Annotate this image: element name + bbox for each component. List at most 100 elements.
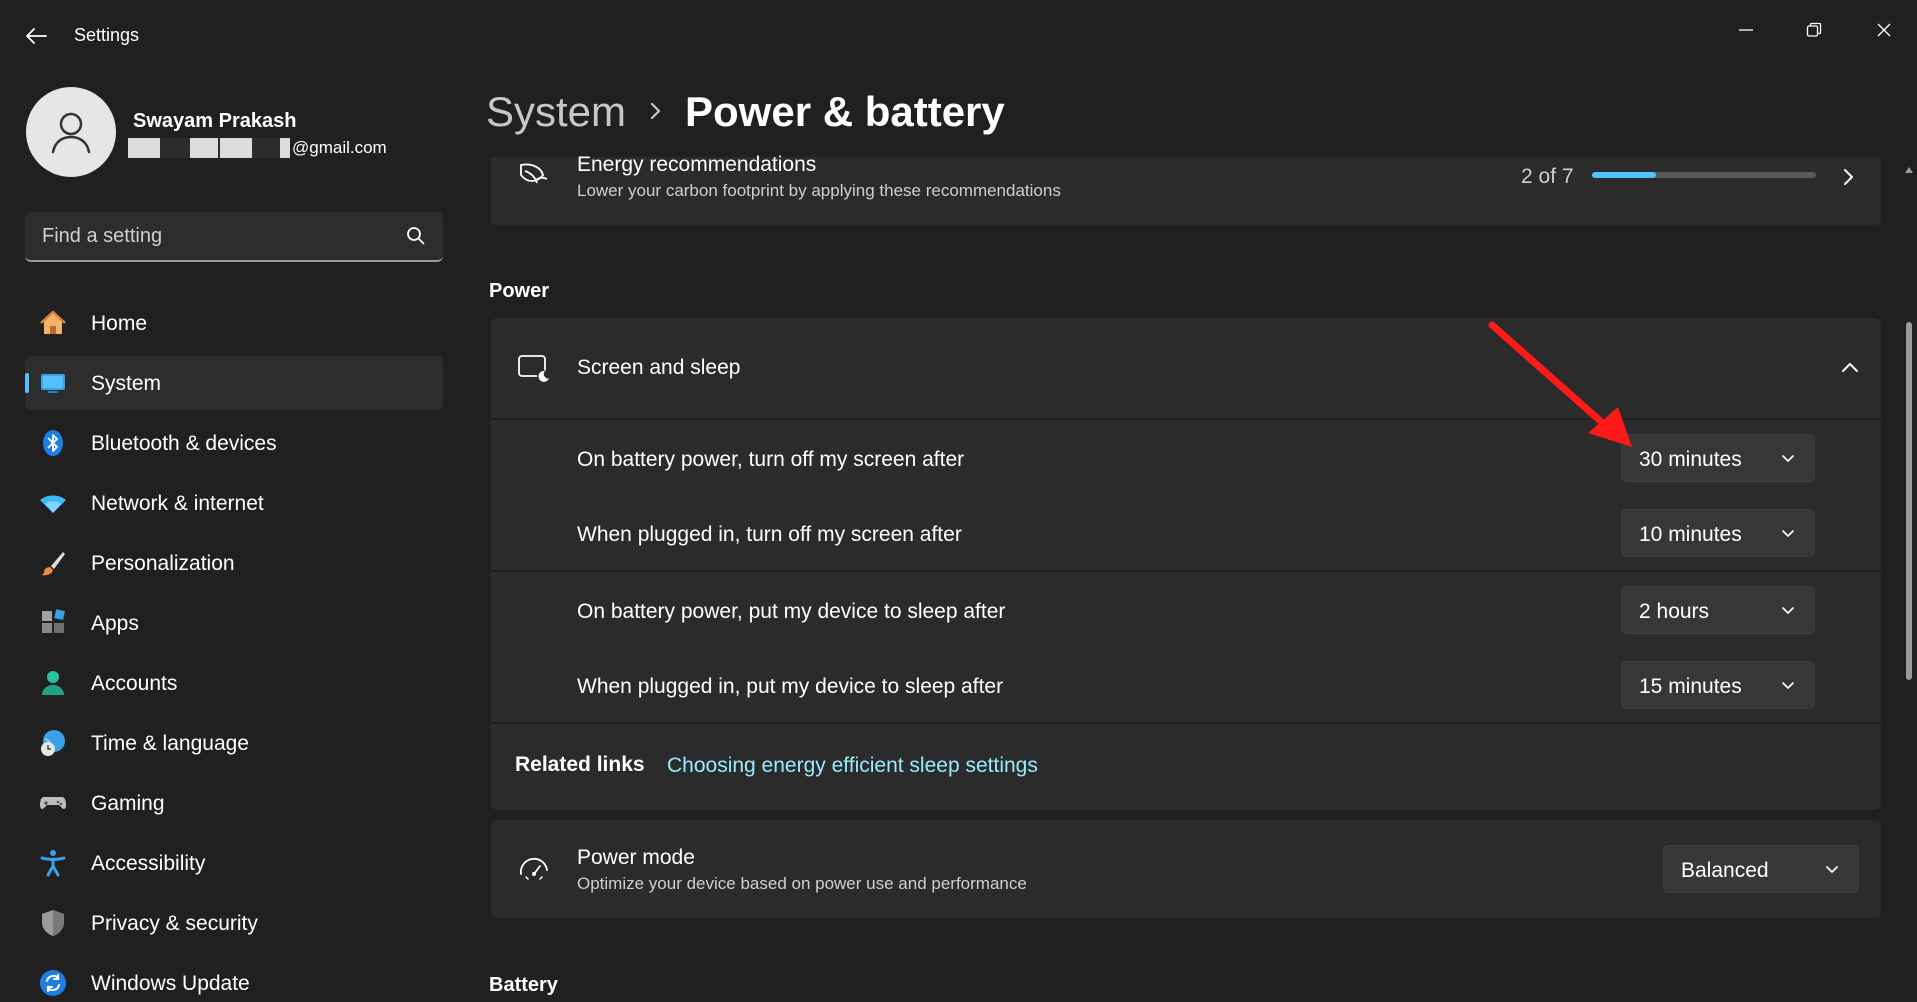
user-email-suffix: @gmail.com: [292, 138, 387, 157]
dropdown-value: 15 minutes: [1639, 675, 1742, 698]
energy-recommendations-card[interactable]: Energy recommendations Lower your carbon…: [491, 153, 1881, 225]
leaf-icon: [520, 163, 548, 184]
apps-icon: [42, 609, 65, 633]
sidebar-item-accessibility[interactable]: Accessibility: [25, 836, 443, 890]
accounts-icon: [42, 671, 64, 695]
sidebar-item-apps[interactable]: Apps: [25, 596, 443, 650]
redaction-block: [220, 138, 252, 158]
redaction-block: [280, 138, 290, 158]
breadcrumb-system[interactable]: System: [486, 88, 626, 136]
minimize-button[interactable]: [1722, 10, 1770, 50]
sidebar-item-label: Privacy & security: [91, 912, 258, 935]
energy-subtitle: Lower your carbon footprint by applying …: [577, 181, 1061, 200]
sidebar-item-bluetooth[interactable]: Bluetooth & devices: [25, 416, 443, 470]
home-icon: [40, 310, 66, 334]
sidebar-item-home[interactable]: Home: [25, 296, 443, 350]
divider: [491, 722, 1881, 724]
dropdown-value: 10 minutes: [1639, 523, 1742, 546]
sidebar-item-privacy-security[interactable]: Privacy & security: [25, 896, 443, 950]
divider: [491, 570, 1881, 572]
sidebar-item-label: Time & language: [91, 732, 249, 755]
sidebar-item-personalization[interactable]: Personalization: [25, 536, 443, 590]
user-email: @gmail.com: [128, 137, 387, 159]
update-icon: [40, 970, 66, 996]
sidebar-item-label: Accessibility: [91, 852, 206, 875]
chevron-down-icon: [1782, 607, 1794, 614]
sidebar-item-system[interactable]: System: [25, 356, 443, 410]
sidebar-item-label: System: [91, 372, 162, 395]
dropdown-value: Balanced: [1681, 859, 1769, 882]
sidebar-item-label: Windows Update: [91, 972, 250, 995]
battery-sleep-dropdown[interactable]: 2 hours: [1621, 586, 1815, 634]
search-box[interactable]: [25, 212, 443, 262]
brush-icon: [41, 552, 65, 576]
restore-button[interactable]: [1790, 10, 1838, 50]
sidebar-item-label: Personalization: [91, 552, 235, 575]
gaming-icon: [40, 797, 66, 809]
sidebar-item-time-language[interactable]: Time & language: [25, 716, 443, 770]
avatar[interactable]: [26, 87, 116, 177]
system-icon: [41, 374, 65, 393]
search-icon[interactable]: [405, 225, 427, 247]
divider: [491, 418, 1881, 420]
restore-icon: [1806, 22, 1822, 37]
setting-label: When plugged in, put my device to sleep …: [577, 675, 1004, 698]
user-name: Swayam Prakash: [133, 110, 297, 132]
sidebar-item-accounts[interactable]: Accounts: [25, 656, 443, 710]
user-icon: [51, 112, 91, 154]
search-input[interactable]: [25, 212, 395, 260]
dropdown-value: 30 minutes: [1639, 448, 1742, 471]
screen-sleep-card: Screen and sleep On battery power, turn …: [491, 318, 1881, 810]
sidebar-item-label: Home: [91, 312, 148, 335]
sidebar-item-label: Network & internet: [91, 492, 264, 515]
related-links-label: Related links: [515, 753, 645, 776]
chevron-down-icon: [1782, 530, 1794, 537]
power-mode-dropdown[interactable]: Balanced: [1663, 845, 1859, 893]
power-mode-title: Power mode: [577, 846, 695, 869]
power-mode-subtitle: Optimize your device based on power use …: [577, 874, 1027, 893]
power-section-title: Power: [489, 280, 550, 302]
chevron-down-icon: [1782, 682, 1794, 689]
back-arrow-icon: [26, 28, 47, 44]
close-icon: [1877, 23, 1891, 37]
chevron-up-icon[interactable]: [1839, 356, 1861, 378]
plugged-sleep-dropdown[interactable]: 15 minutes: [1621, 661, 1815, 709]
sidebar-item-label: Accounts: [91, 672, 178, 695]
energy-sleep-settings-link[interactable]: Choosing energy efficient sleep settings: [667, 754, 1038, 778]
dropdown-value: 2 hours: [1639, 600, 1710, 623]
red-arrow-annotation-icon: [1488, 321, 1632, 447]
plugged-screen-off-dropdown[interactable]: 10 minutes: [1621, 509, 1815, 557]
sidebar-item-gaming[interactable]: Gaming: [25, 776, 443, 830]
sidebar-item-label: Bluetooth & devices: [91, 432, 277, 455]
redaction-block: [128, 138, 160, 158]
power-mode-icon: [519, 857, 548, 880]
chevron-down-icon: [1782, 455, 1794, 462]
chevron-right-icon[interactable]: [1839, 165, 1859, 189]
sidebar-item-label: Apps: [91, 612, 139, 635]
sidebar-item-network[interactable]: Network & internet: [25, 476, 443, 530]
redaction-block: [160, 138, 190, 158]
scrollbar-thumb[interactable]: [1906, 322, 1912, 680]
sidebar-item-label: Gaming: [91, 792, 165, 815]
redaction-block: [190, 138, 218, 158]
scroll-up-arrow-icon[interactable]: [1904, 165, 1914, 175]
app-title: Settings: [74, 25, 140, 45]
energy-progress-bar: [1592, 172, 1816, 178]
minimize-icon: [1739, 29, 1753, 31]
screen-sleep-icon: [518, 355, 549, 382]
back-button[interactable]: [18, 18, 54, 54]
time-language-icon: [41, 730, 65, 756]
accessibility-icon: [40, 850, 66, 877]
wifi-icon: [40, 495, 66, 513]
energy-progress-text: 2 of 7: [1521, 165, 1574, 188]
page-title: Power & battery: [685, 88, 1005, 135]
redaction-block: [252, 138, 280, 158]
close-button[interactable]: [1860, 10, 1908, 50]
battery-screen-off-dropdown[interactable]: 30 minutes: [1621, 434, 1815, 482]
title-bar: Settings: [0, 0, 1917, 72]
setting-label: On battery power, put my device to sleep…: [577, 600, 1006, 623]
selection-indicator: [25, 373, 29, 393]
setting-label: When plugged in, turn off my screen afte…: [577, 523, 962, 546]
screen-sleep-header[interactable]: Screen and sleep: [491, 318, 1881, 418]
sidebar-item-windows-update[interactable]: Windows Update: [25, 956, 443, 1002]
